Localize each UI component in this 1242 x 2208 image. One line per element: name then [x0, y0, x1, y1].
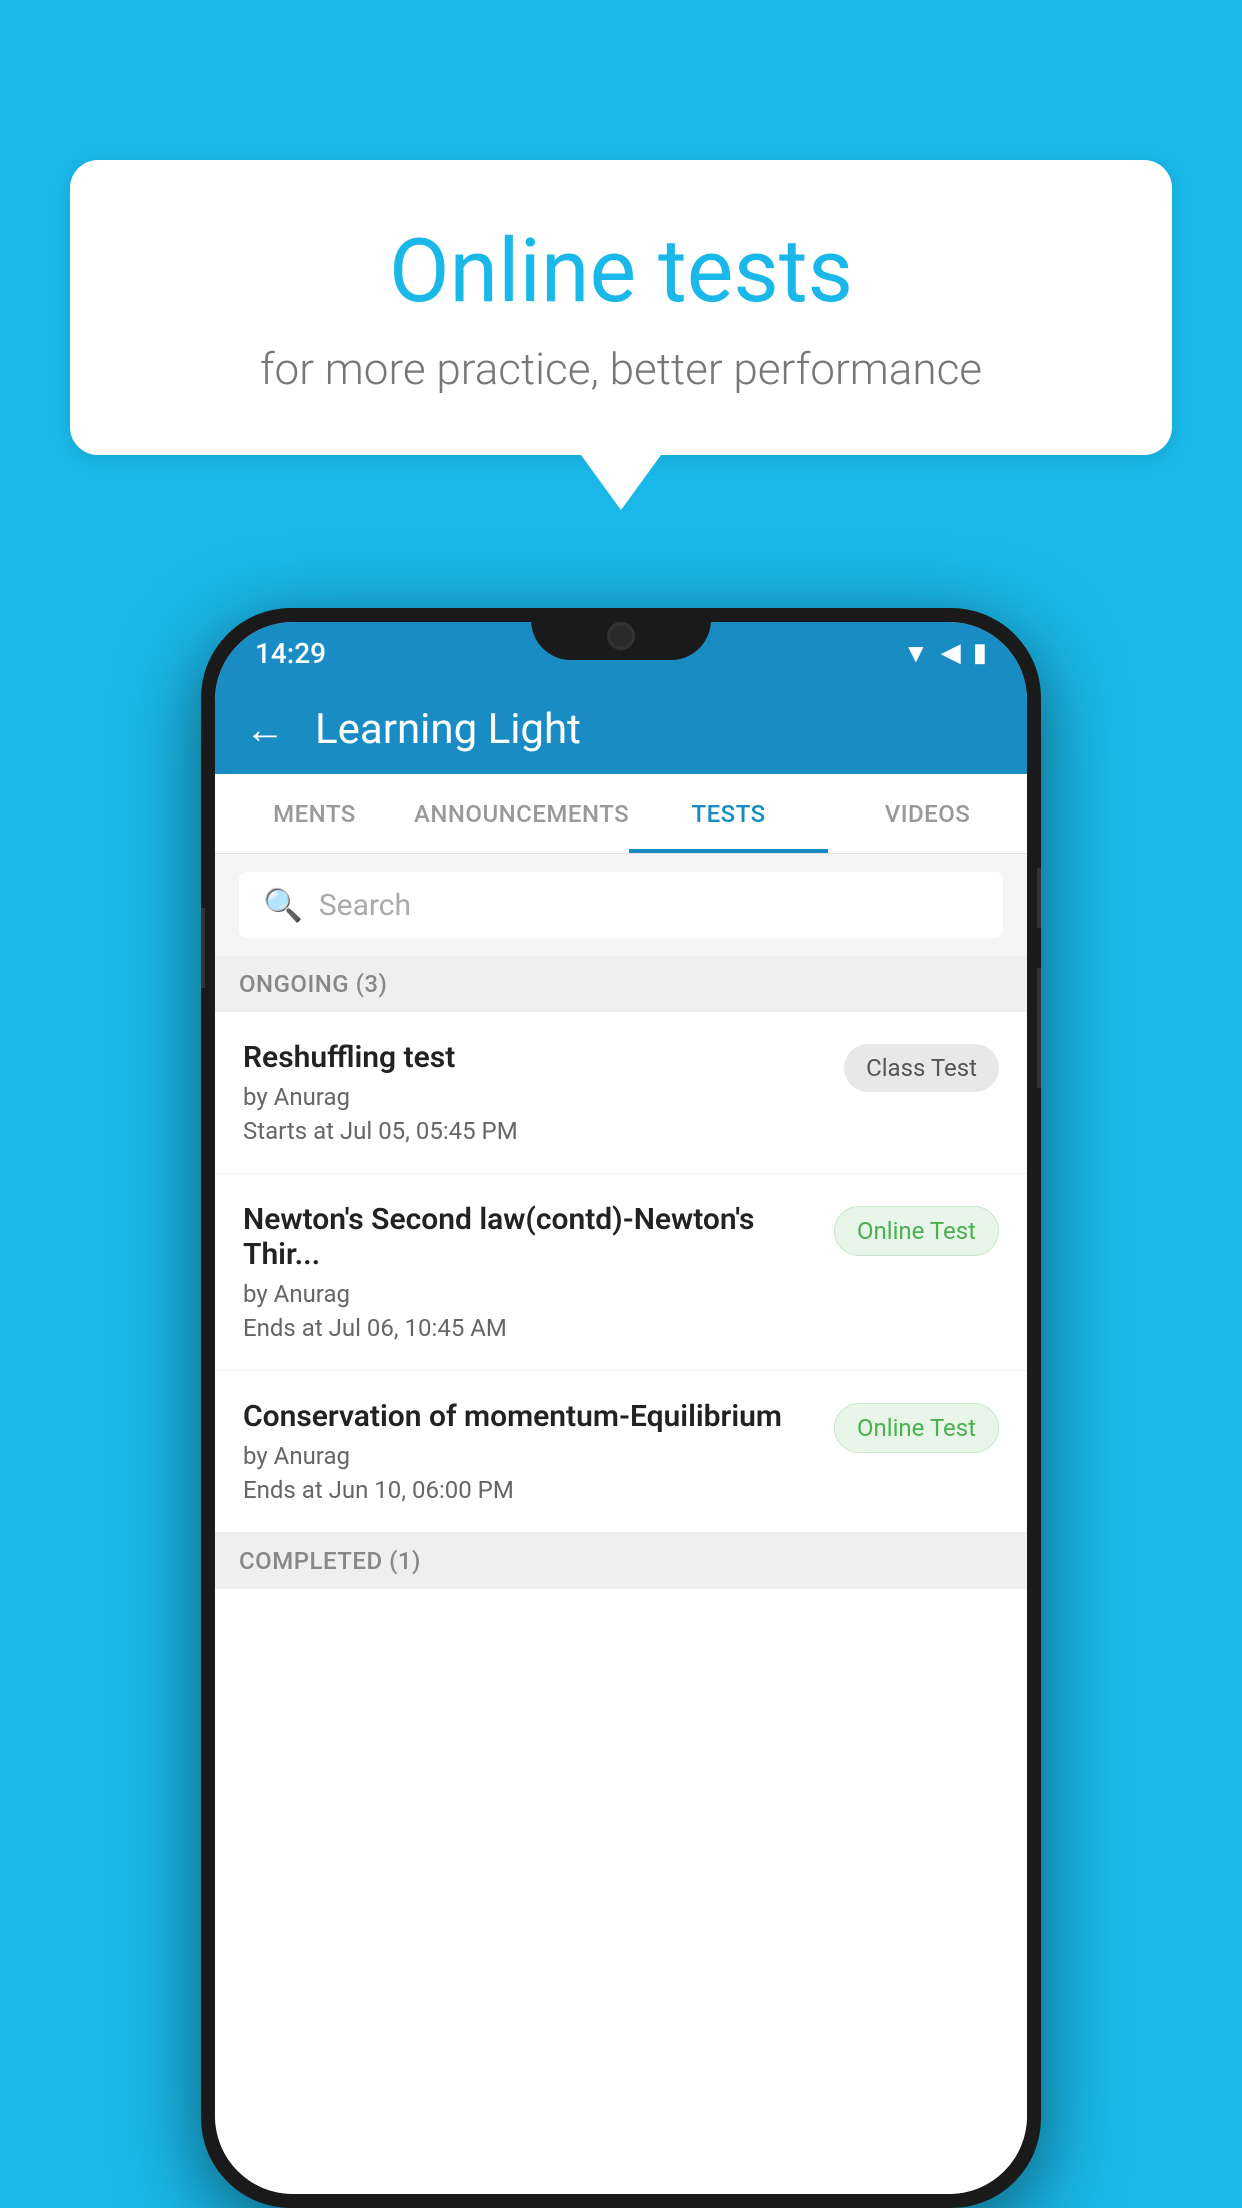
wifi-icon: ▼	[903, 638, 929, 669]
test-name-2: Newton's Second law(contd)-Newton's Thir…	[243, 1202, 818, 1272]
search-icon: 🔍	[263, 886, 303, 924]
status-icons: ▼ ◀ ▮	[903, 638, 987, 669]
phone-frame: 14:29 ▼ ◀ ▮ ← Learning Light MENTS ANNOU…	[201, 608, 1041, 2208]
app-title: Learning Light	[315, 705, 581, 754]
speech-bubble: Online tests for more practice, better p…	[70, 160, 1172, 455]
tab-announcements[interactable]: ANNOUNCEMENTS	[414, 774, 629, 853]
signal-icon: ◀	[941, 638, 961, 668]
tab-tests[interactable]: TESTS	[629, 774, 828, 853]
test-by-2: by Anurag	[243, 1280, 818, 1308]
tab-ments[interactable]: MENTS	[215, 774, 414, 853]
tests-list: Reshuffling test by Anurag Starts at Jul…	[215, 1012, 1027, 2194]
test-item-3[interactable]: Conservation of momentum-Equilibrium by …	[215, 1371, 1027, 1533]
test-item-1[interactable]: Reshuffling test by Anurag Starts at Jul…	[215, 1012, 1027, 1174]
test-badge-2: Online Test	[834, 1206, 999, 1256]
tab-videos[interactable]: VIDEOS	[828, 774, 1027, 853]
test-date-3: Ends at Jun 10, 06:00 PM	[243, 1476, 818, 1504]
search-input[interactable]: Search	[319, 888, 411, 923]
phone-wrapper: 14:29 ▼ ◀ ▮ ← Learning Light MENTS ANNOU…	[201, 608, 1041, 2208]
test-item-2[interactable]: Newton's Second law(contd)-Newton's Thir…	[215, 1174, 1027, 1371]
search-bar[interactable]: 🔍 Search	[239, 872, 1003, 938]
speech-bubble-subtitle: for more practice, better performance	[150, 343, 1092, 395]
test-info-3: Conservation of momentum-Equilibrium by …	[243, 1399, 818, 1504]
test-date-1: Starts at Jul 05, 05:45 PM	[243, 1117, 828, 1145]
test-date-2: Ends at Jul 06, 10:45 AM	[243, 1314, 818, 1342]
phone-notch	[531, 608, 711, 660]
search-container: 🔍 Search	[215, 854, 1027, 956]
volume-down-button	[1037, 968, 1041, 1088]
phone-camera	[607, 622, 635, 650]
test-info-2: Newton's Second law(contd)-Newton's Thir…	[243, 1202, 818, 1342]
test-badge-3: Online Test	[834, 1403, 999, 1453]
power-button	[1037, 868, 1041, 928]
app-header: ← Learning Light	[215, 684, 1027, 774]
test-name-1: Reshuffling test	[243, 1040, 828, 1075]
speech-bubble-container: Online tests for more practice, better p…	[70, 160, 1172, 510]
ongoing-section-header: ONGOING (3)	[215, 956, 1027, 1012]
test-by-1: by Anurag	[243, 1083, 828, 1111]
back-button[interactable]: ←	[245, 706, 285, 753]
battery-icon: ▮	[973, 638, 987, 668]
speech-bubble-arrow	[581, 455, 661, 510]
test-info-1: Reshuffling test by Anurag Starts at Jul…	[243, 1040, 828, 1145]
test-by-3: by Anurag	[243, 1442, 818, 1470]
volume-button	[201, 908, 205, 988]
completed-section-header: COMPLETED (1)	[215, 1533, 1027, 1589]
status-time: 14:29	[255, 637, 326, 670]
test-name-3: Conservation of momentum-Equilibrium	[243, 1399, 818, 1434]
tab-bar: MENTS ANNOUNCEMENTS TESTS VIDEOS	[215, 774, 1027, 854]
test-badge-1: Class Test	[844, 1044, 999, 1092]
speech-bubble-title: Online tests	[150, 220, 1092, 323]
phone-screen: 14:29 ▼ ◀ ▮ ← Learning Light MENTS ANNOU…	[215, 622, 1027, 2194]
